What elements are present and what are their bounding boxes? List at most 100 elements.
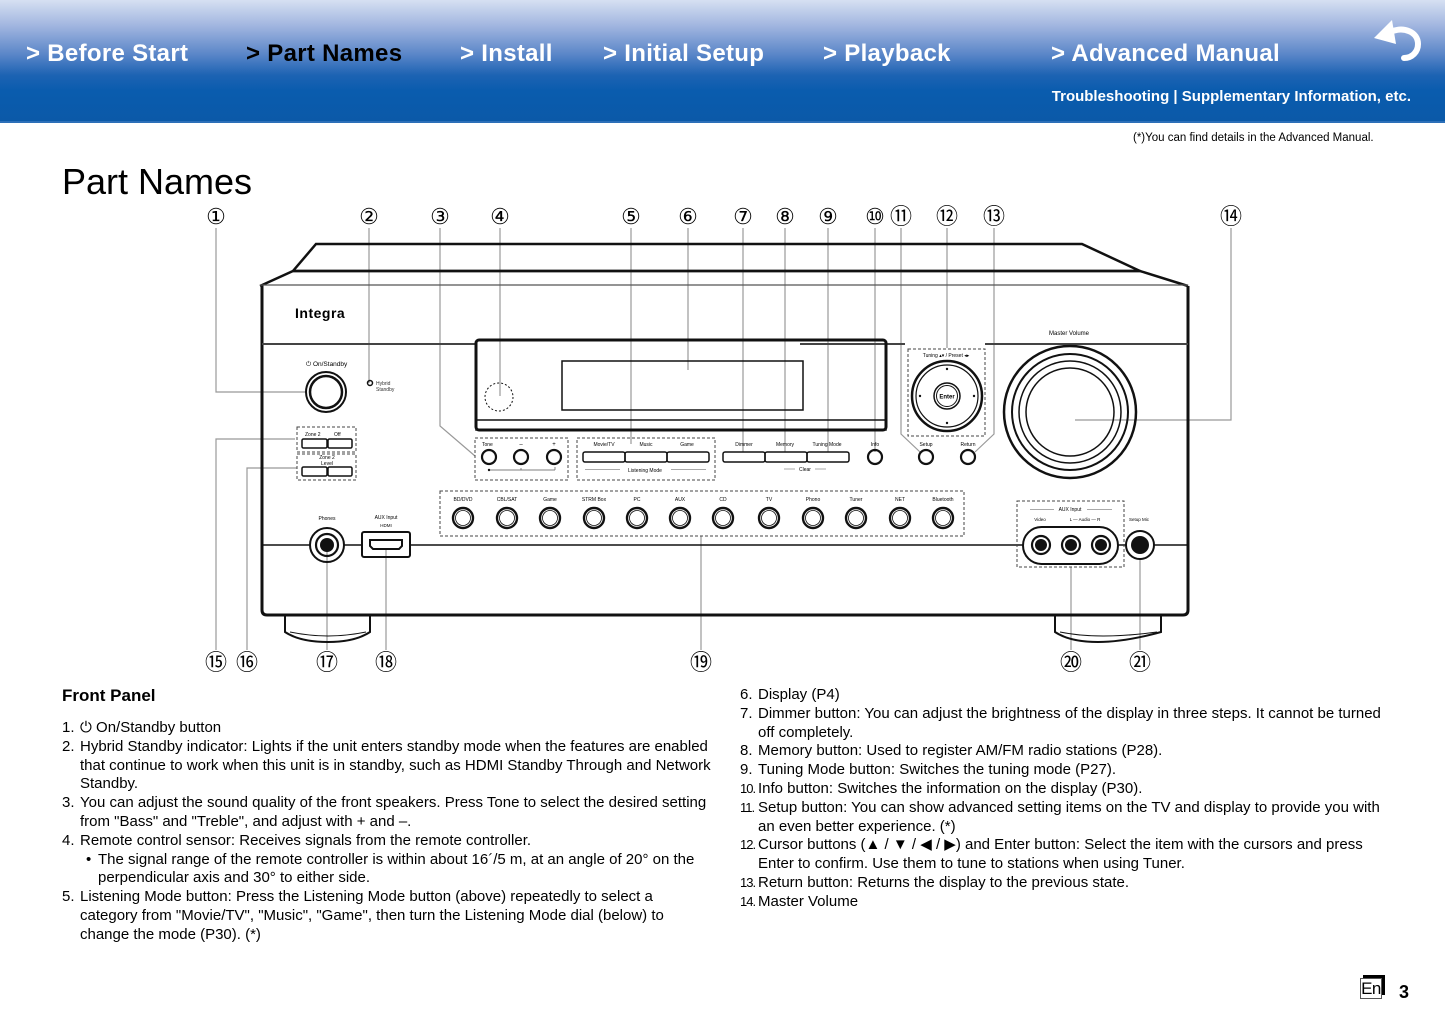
- master-volume-label: Master Volume: [1049, 331, 1090, 337]
- tuning-mode-button[interactable]: [806, 451, 850, 463]
- nav-playback[interactable]: > Playback: [823, 40, 951, 68]
- nav-part-names[interactable]: > Part Names: [246, 40, 402, 68]
- nav-advanced-manual[interactable]: > Advanced Manual: [1051, 40, 1280, 68]
- zone2-off-button[interactable]: [327, 438, 353, 449]
- dimmer-label: Dimmer: [735, 442, 753, 448]
- input-selector-button-phono[interactable]: [801, 506, 825, 530]
- callout-4: ④: [490, 204, 510, 229]
- input-selector-label: Phono: [806, 497, 821, 503]
- tone-plus-button[interactable]: [545, 448, 563, 466]
- return-arrow-icon: [1374, 20, 1422, 61]
- input-selector-button-game[interactable]: [538, 506, 562, 530]
- game-label: Game: [680, 442, 694, 448]
- aux-input-hdmi-label: AUX Input: [375, 515, 398, 521]
- cursor-up[interactable]: [945, 367, 949, 371]
- master-volume-knob[interactable]: [1002, 344, 1138, 480]
- item-text: You can adjust the sound quality of the …: [80, 794, 707, 830]
- input-selector-inner-ring: [672, 510, 688, 526]
- list-item: 6. Display (P4): [740, 686, 1390, 705]
- input-selector-inner-ring: [586, 510, 602, 526]
- input-selector-button-tv[interactable]: [757, 506, 781, 530]
- tone-controls: Tone – +: [474, 437, 569, 481]
- zone2-level-down-button[interactable]: [301, 466, 328, 477]
- dimmer-button[interactable]: [722, 451, 766, 463]
- setup-button[interactable]: [917, 448, 935, 466]
- item-text: Display (P4): [758, 686, 840, 703]
- return-button[interactable]: [959, 448, 977, 466]
- setup-mic-label: Setup Mic: [1129, 517, 1150, 522]
- cursor-left[interactable]: [918, 394, 922, 398]
- item-text: Setup button: You can show advanced sett…: [758, 798, 1380, 835]
- input-selector-button-strm-box[interactable]: [582, 506, 606, 530]
- input-selector-button-cd[interactable]: [711, 506, 735, 530]
- input-selector-label: BD/DVD: [454, 497, 473, 503]
- aux-input-right-label: AUX Input: [1059, 507, 1082, 513]
- callout-3: ③: [430, 204, 450, 229]
- callout-8: ⑧: [775, 204, 795, 229]
- listening-mode-label: Listening Mode: [628, 468, 662, 474]
- list-item: 4. Remote control sensor: Receives signal…: [62, 832, 712, 851]
- nav-install[interactable]: > Install: [460, 40, 553, 68]
- back-button[interactable]: [1370, 18, 1426, 64]
- list-item: 2. Hybrid Standby indicator: Lights if th…: [62, 738, 712, 794]
- game-button[interactable]: [666, 451, 710, 463]
- list-item: 13. Return button: Returns the display to…: [740, 874, 1390, 893]
- input-selector-button-aux[interactable]: [668, 506, 692, 530]
- movie-tv-button[interactable]: [582, 451, 626, 463]
- callout-20: ⑳: [1060, 650, 1082, 675]
- input-selector-inner-ring: [455, 510, 471, 526]
- list-item: 7. Dimmer button: You can adjust the brig…: [740, 705, 1390, 743]
- front-jacks-right: AUX Input Video L — Audio — R Setup Mic: [1016, 500, 1155, 568]
- tone-button[interactable]: [480, 448, 498, 466]
- input-selector-inner-ring: [761, 510, 777, 526]
- input-selector-inner-ring: [892, 510, 908, 526]
- zone2-level-up-button[interactable]: [327, 466, 353, 477]
- setup-mic-jack[interactable]: [1125, 530, 1155, 560]
- music-button[interactable]: [624, 451, 668, 463]
- nav-troubleshooting-supplementary[interactable]: Troubleshooting | Supplementary Informat…: [1052, 88, 1411, 105]
- zone-controls: Zone 2 Off Zone 2 Level: [296, 426, 357, 481]
- hdmi-port[interactable]: [369, 539, 403, 550]
- input-selector-label: Game: [543, 497, 557, 503]
- zone2-label: Zone 2: [305, 432, 321, 438]
- memory-label: Memory: [776, 442, 795, 448]
- callout-14: ⑭: [1220, 204, 1242, 229]
- input-selector-label: STRM Box: [582, 497, 607, 503]
- cursor-right[interactable]: [972, 394, 976, 398]
- music-label: Music: [639, 442, 653, 448]
- item-number: 5.: [62, 888, 75, 906]
- advanced-manual-note: (*)You can find details in the Advanced …: [1133, 132, 1374, 144]
- callout-lines: [215, 228, 1232, 650]
- video-label: Video: [1034, 517, 1046, 522]
- zone2-button[interactable]: [301, 438, 328, 449]
- language-label: En: [1360, 978, 1382, 999]
- tone-minus-button[interactable]: [512, 448, 530, 466]
- tone-label: Tone: [482, 442, 493, 448]
- input-selector-button-cbl-sat[interactable]: [495, 506, 519, 530]
- input-selector-inner-ring: [542, 510, 558, 526]
- input-selector-button-tuner[interactable]: [844, 506, 868, 530]
- input-selector-button-pc[interactable]: [625, 506, 649, 530]
- nav-before-start[interactable]: > Before Start: [26, 40, 188, 68]
- input-selector-label: CBL/SAT: [497, 497, 517, 503]
- input-selector-button-bd-dvd[interactable]: [451, 506, 475, 530]
- item-number: 3.: [62, 794, 75, 812]
- callout-21: ㉑: [1129, 650, 1151, 675]
- clear-label: Clear: [799, 467, 811, 473]
- item-number: 11.: [740, 799, 755, 815]
- cursor-down[interactable]: [945, 421, 949, 425]
- nav-initial-setup[interactable]: > Initial Setup: [603, 40, 764, 68]
- on-standby-button[interactable]: [305, 371, 347, 413]
- input-selector-label: Bluetooth: [932, 497, 953, 503]
- item-text: ⏻ On/Standby button: [80, 719, 222, 736]
- input-selector-button-bluetooth[interactable]: [931, 506, 955, 530]
- item-text: Tuning Mode button: Switches the tuning …: [758, 761, 1116, 779]
- tuning-preset-label: Tuning ▴▾ / Preset ◂▸: [923, 353, 970, 359]
- list-item: 12. Cursor buttons (▲ / ▼ / ◀ / ▶) and En…: [740, 836, 1390, 874]
- callout-5: ⑤: [621, 204, 641, 229]
- memory-button[interactable]: [764, 451, 808, 463]
- input-selector-button-net[interactable]: [888, 506, 912, 530]
- input-selector-label: CD: [719, 497, 727, 503]
- info-button[interactable]: [866, 448, 884, 466]
- item-text: Dimmer button: You can adjust the bright…: [758, 704, 1381, 741]
